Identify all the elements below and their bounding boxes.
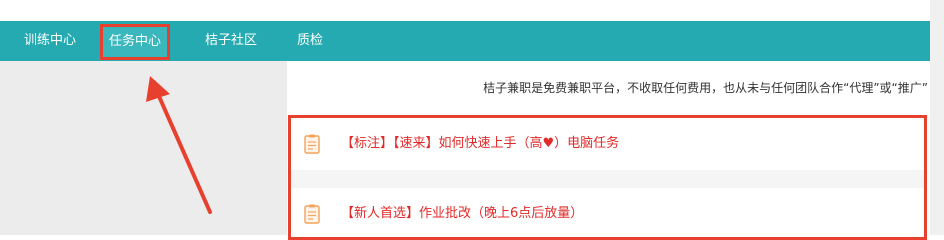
task-separator	[291, 170, 924, 188]
task-title-suffix: ）电脑任务	[554, 136, 620, 151]
document-icon	[304, 134, 320, 154]
nav-item-task-center[interactable]: 任务中心	[100, 24, 171, 60]
nav-item-quality-check[interactable]: 质检	[297, 21, 323, 61]
red-arrow-annotation	[146, 76, 212, 214]
document-icon	[304, 204, 320, 224]
heart-icon: ♥	[542, 136, 555, 151]
platform-notice: 桔子兼职是免费兼职平台，不收取任何费用，也从未与任何团队合作“代理”或“推广”	[483, 81, 928, 95]
task-title-annotation[interactable]: 【标注】【速来】如何快速上手（高♥）电脑任务	[341, 118, 619, 170]
page-scroll-strip	[930, 0, 944, 235]
nav-item-juzi-community[interactable]: 桔子社区	[205, 21, 257, 61]
task-title-prefix: 【标注】【速来】如何快速上手（高	[341, 136, 543, 151]
task-title-newcomer[interactable]: 【新人首选】作业批改（晚上6点后放量）	[341, 188, 583, 240]
task-item[interactable]: 【标注】【速来】如何快速上手（高♥）电脑任务	[291, 118, 924, 170]
top-nav-bar: 训练中心 任务中心 桔子社区 质检	[0, 21, 930, 61]
nav-item-training-center[interactable]: 训练中心	[24, 21, 76, 61]
task-list-highlight: 【标注】【速来】如何快速上手（高♥）电脑任务 【新人首选】作业批改（晚上6点后放…	[288, 115, 927, 240]
task-item[interactable]: 【新人首选】作业批改（晚上6点后放量）	[291, 188, 924, 240]
